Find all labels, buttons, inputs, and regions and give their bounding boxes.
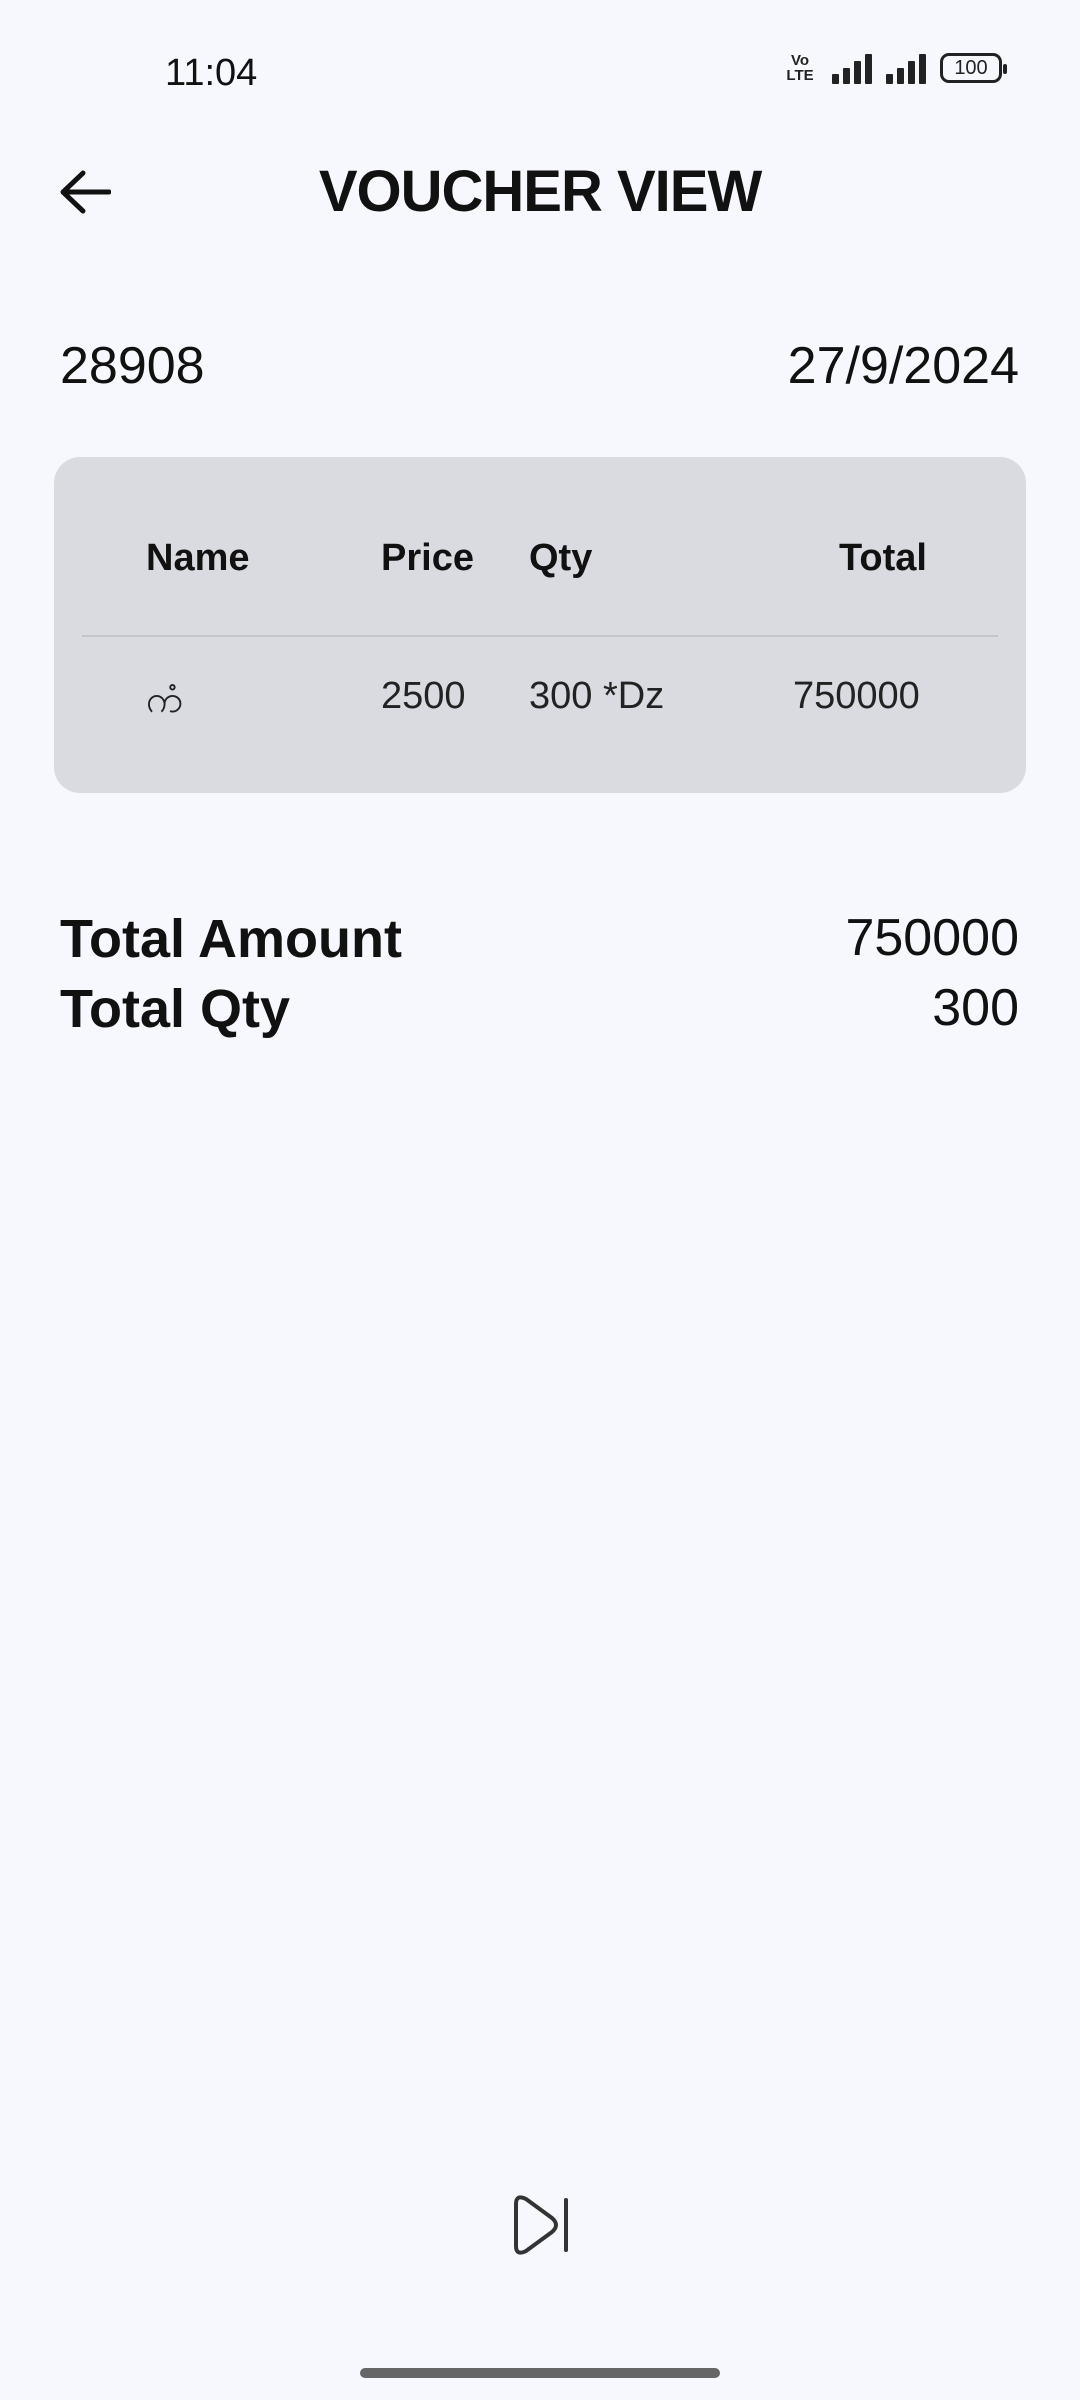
status-bar: 11:04 Vo LTE 100 (0, 0, 1080, 140)
play-skip-button[interactable] (510, 2190, 574, 2260)
battery-icon: 100 (940, 53, 1007, 83)
row-total: 750000 (793, 675, 920, 717)
total-amount-value: 750000 (845, 909, 1019, 967)
battery-level: 100 (954, 56, 988, 79)
voucher-view-screen: 11:04 Vo LTE 100 VOUCHER VIEW 28908 27/9… (0, 0, 1080, 2400)
signal-icon-1 (832, 52, 872, 84)
header-price: Price (381, 537, 474, 579)
row-price: 2500 (381, 675, 466, 717)
total-qty-label: Total Qty (60, 979, 291, 1039)
total-qty-value: 300 (932, 979, 1019, 1037)
app-bar: VOUCHER VIEW (0, 140, 1080, 240)
row-name: ကံ (146, 679, 184, 721)
header-total: Total (839, 537, 927, 579)
page-title: VOUCHER VIEW (318, 159, 762, 224)
table-divider (82, 635, 998, 637)
status-icons: Vo LTE 100 (782, 52, 1007, 84)
header-qty: Qty (529, 537, 593, 579)
status-time: 11:04 (165, 52, 258, 94)
total-amount-label: Total Amount (60, 909, 402, 969)
items-table: Name Price Qty Total ကံ 2500 300 *Dz 750… (54, 457, 1026, 793)
play-skip-icon (514, 2195, 568, 2255)
volte-icon: Vo LTE (786, 52, 814, 84)
voucher-date: 27/9/2024 (787, 337, 1019, 395)
row-qty: 300 *Dz (529, 675, 665, 717)
header-name: Name (146, 537, 250, 579)
home-indicator[interactable] (360, 2368, 720, 2378)
signal-icon-2 (886, 52, 926, 84)
voucher-number: 28908 (60, 337, 205, 395)
